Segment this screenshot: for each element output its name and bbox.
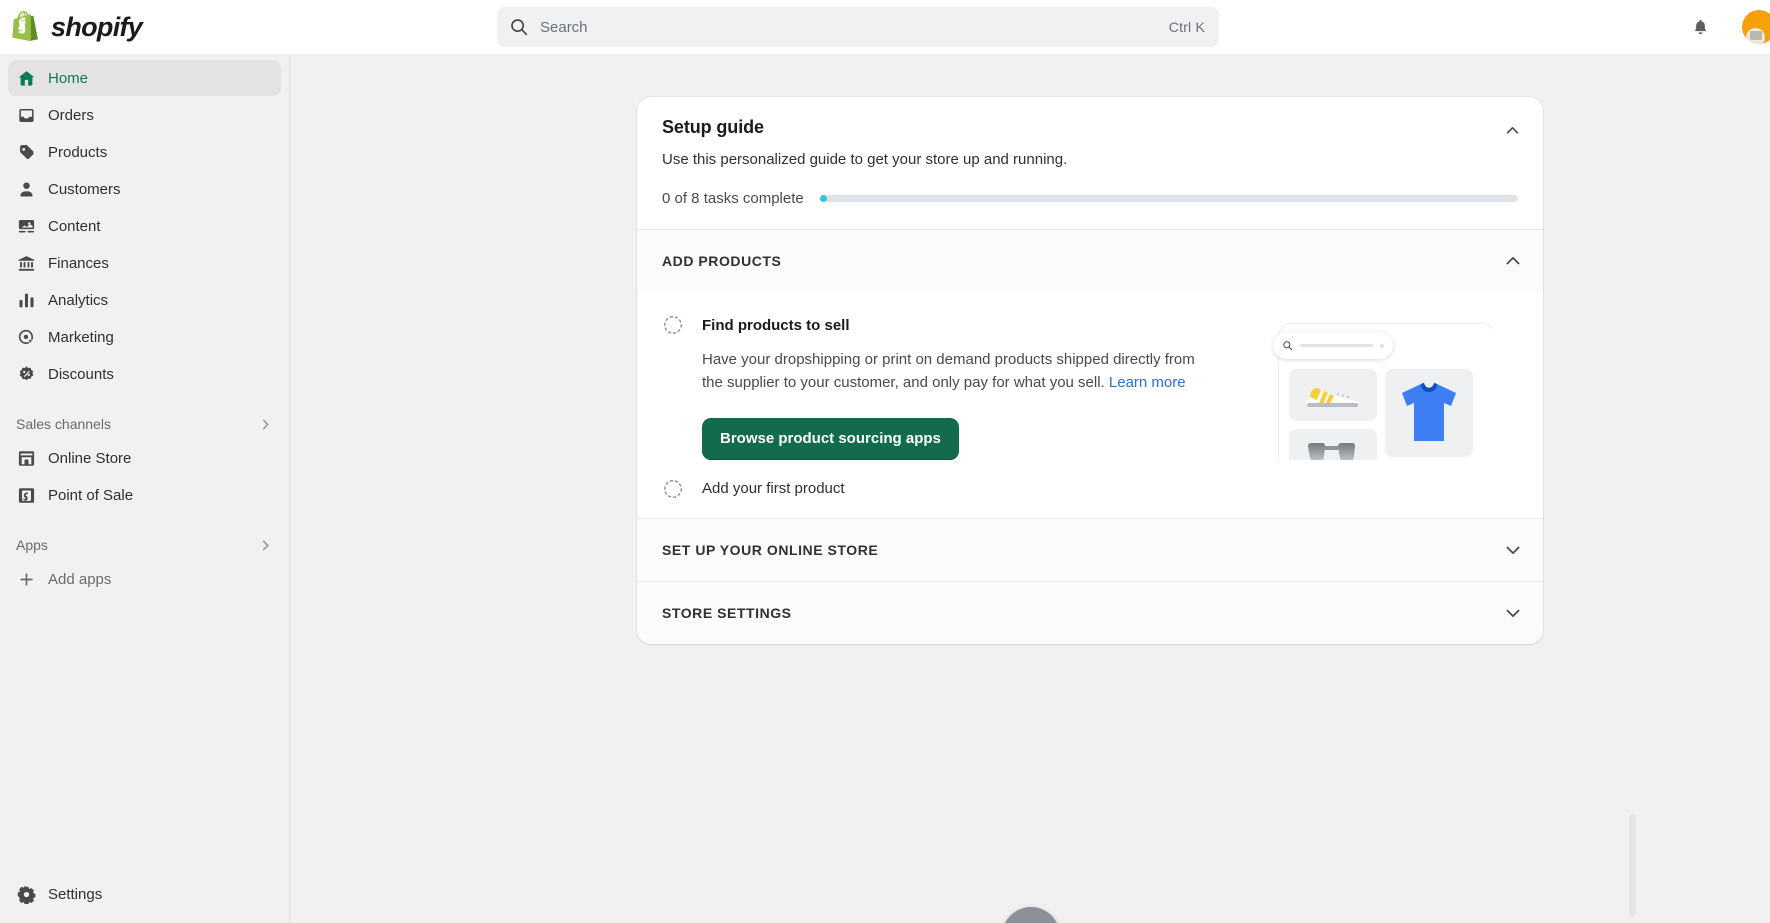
setup-task-add-first-product[interactable]: Add your first product <box>637 460 1543 500</box>
plus-icon <box>16 569 36 589</box>
notifications-button[interactable] <box>1684 11 1716 43</box>
setup-task-header: Add your first product <box>662 478 1518 500</box>
sidebar-item-label: Online Store <box>48 449 132 467</box>
bar-chart-icon <box>16 290 36 310</box>
setup-task-find-products[interactable]: Find products to sell Have your dropship… <box>637 306 1543 460</box>
setup-task-header: Find products to sell <box>662 314 1518 336</box>
discount-badge-icon <box>16 364 36 384</box>
chevron-up-icon <box>1506 257 1520 265</box>
setup-section-header-set-up-online-store[interactable]: SET UP YOUR ONLINE STORE <box>637 518 1543 581</box>
setup-task-body: Have your dropshipping or print on deman… <box>702 336 1202 460</box>
setup-task-description: Have your dropshipping or print on deman… <box>702 348 1202 395</box>
sidebar-item-finances[interactable]: Finances <box>8 245 281 281</box>
chevron-up-icon <box>1506 126 1518 133</box>
search-input[interactable]: Search Ctrl K <box>497 7 1219 47</box>
sidebar-item-discounts[interactable]: Discounts <box>8 356 281 392</box>
setup-section-title: ADD PRODUCTS <box>662 253 782 269</box>
chevron-right-icon <box>262 419 269 429</box>
sidebar-item-label: Customers <box>48 180 121 198</box>
learn-more-link[interactable]: Learn more <box>1109 374 1186 391</box>
sidebar-section-label: Apps <box>16 537 48 553</box>
main-content: Setup guide Use this personalized guide … <box>291 54 1770 923</box>
sidebar-item-label: Finances <box>48 254 109 272</box>
setup-section-add-products: ADD PRODUCTS Find products to sell Have … <box>637 229 1543 518</box>
sidebar-item-analytics[interactable]: Analytics <box>8 282 281 318</box>
setup-section-body-add-products: Find products to sell Have your dropship… <box>637 292 1543 518</box>
sidebar-section-apps[interactable]: Apps <box>8 529 281 561</box>
top-bar: shopify Search Ctrl K <box>0 0 1770 54</box>
page-title: Setup guide <box>662 117 764 137</box>
browse-product-sourcing-apps-button[interactable]: Browse product sourcing apps <box>702 417 959 460</box>
bell-icon <box>1694 19 1706 34</box>
progress-bar-fill <box>819 195 827 202</box>
progress-bar <box>819 195 1518 202</box>
bank-icon <box>16 253 36 273</box>
pos-bag-icon <box>16 485 36 505</box>
sidebar-item-online-store[interactable]: Online Store <box>8 440 281 476</box>
sidebar-item-settings[interactable]: Settings <box>8 876 281 912</box>
progress-label: 0 of 8 tasks complete <box>662 190 804 207</box>
help-button[interactable] <box>1001 907 1060 923</box>
sidebar-primary-nav: Home Orders Products Customers Content F… <box>0 60 289 597</box>
product-tag-icon <box>16 142 36 162</box>
sidebar-item-orders[interactable]: Orders <box>8 97 281 133</box>
sidebar-item-label: Discounts <box>48 365 114 383</box>
chevron-down-icon <box>1506 609 1520 617</box>
person-icon <box>16 179 36 199</box>
setup-section-header-add-products[interactable]: ADD PRODUCTS <box>637 230 1543 292</box>
image-content-icon <box>16 216 36 236</box>
target-click-icon <box>16 327 36 347</box>
setup-section-header-store-settings[interactable]: STORE SETTINGS <box>637 581 1543 644</box>
setup-section-title: STORE SETTINGS <box>662 604 792 621</box>
sidebar-item-customers[interactable]: Customers <box>8 171 281 207</box>
storefront-icon <box>16 448 36 468</box>
search-shortcut-hint: Ctrl K <box>1168 19 1205 35</box>
setup-section-store-settings: STORE SETTINGS <box>637 580 1543 644</box>
setup-guide-header: Setup guide Use this personalized guide … <box>637 97 1543 229</box>
setup-guide-subtitle: Use this personalized guide to get your … <box>662 151 1068 168</box>
sidebar-item-point-of-sale[interactable]: Point of Sale <box>8 477 281 513</box>
sidebar-item-label: Point of Sale <box>48 486 134 504</box>
home-icon <box>16 68 36 88</box>
setup-section-set-up-online-store: SET UP YOUR ONLINE STORE <box>637 517 1543 581</box>
search-icon <box>511 19 528 36</box>
dashed-circle-icon[interactable] <box>662 314 684 336</box>
sidebar-footer: Settings <box>0 876 289 913</box>
vertical-scrollbar[interactable] <box>1629 814 1636 917</box>
sidebar-item-home[interactable]: Home <box>8 60 281 96</box>
sidebar-section-label: Sales channels <box>16 416 111 432</box>
shopify-bag-icon <box>12 10 38 41</box>
sidebar-item-label: Settings <box>48 885 103 903</box>
sidebar-item-add-apps[interactable]: Add apps <box>8 561 281 597</box>
setup-guide-progress: 0 of 8 tasks complete <box>662 190 1521 207</box>
gear-icon <box>16 884 36 904</box>
sidebar-item-label: Home <box>48 69 89 87</box>
sidebar-item-label: Content <box>48 217 101 235</box>
sidebar-item-label: Add apps <box>48 570 112 588</box>
top-bar-actions <box>1684 0 1770 54</box>
sidebar-item-label: Products <box>48 143 108 161</box>
setup-task-title: Find products to sell <box>702 316 850 334</box>
sidebar-item-marketing[interactable]: Marketing <box>8 319 281 355</box>
chevron-right-icon <box>262 540 269 550</box>
setup-task-title: Add your first product <box>702 480 845 498</box>
setup-section-title: SET UP YOUR ONLINE STORE <box>662 541 879 558</box>
brand-wordmark: shopify <box>51 11 143 42</box>
shopify-logo[interactable]: shopify <box>12 0 143 54</box>
sidebar-item-label: Orders <box>48 106 94 124</box>
setup-guide-collapse-button[interactable] <box>1497 115 1527 145</box>
avatar[interactable] <box>1742 10 1770 44</box>
sidebar-item-content[interactable]: Content <box>8 208 281 244</box>
sidebar-item-label: Analytics <box>48 291 109 309</box>
setup-guide-card: Setup guide Use this personalized guide … <box>637 97 1543 644</box>
sidebar-section-sales-channels[interactable]: Sales channels <box>8 408 281 440</box>
search-placeholder: Search <box>540 18 588 36</box>
chevron-down-icon <box>1506 546 1520 554</box>
sidebar-item-label: Marketing <box>48 328 114 346</box>
sidebar: Home Orders Products Customers Content F… <box>0 54 290 923</box>
orders-inbox-icon <box>16 105 36 125</box>
dashed-circle-icon[interactable] <box>662 478 684 500</box>
sidebar-item-products[interactable]: Products <box>8 134 281 170</box>
